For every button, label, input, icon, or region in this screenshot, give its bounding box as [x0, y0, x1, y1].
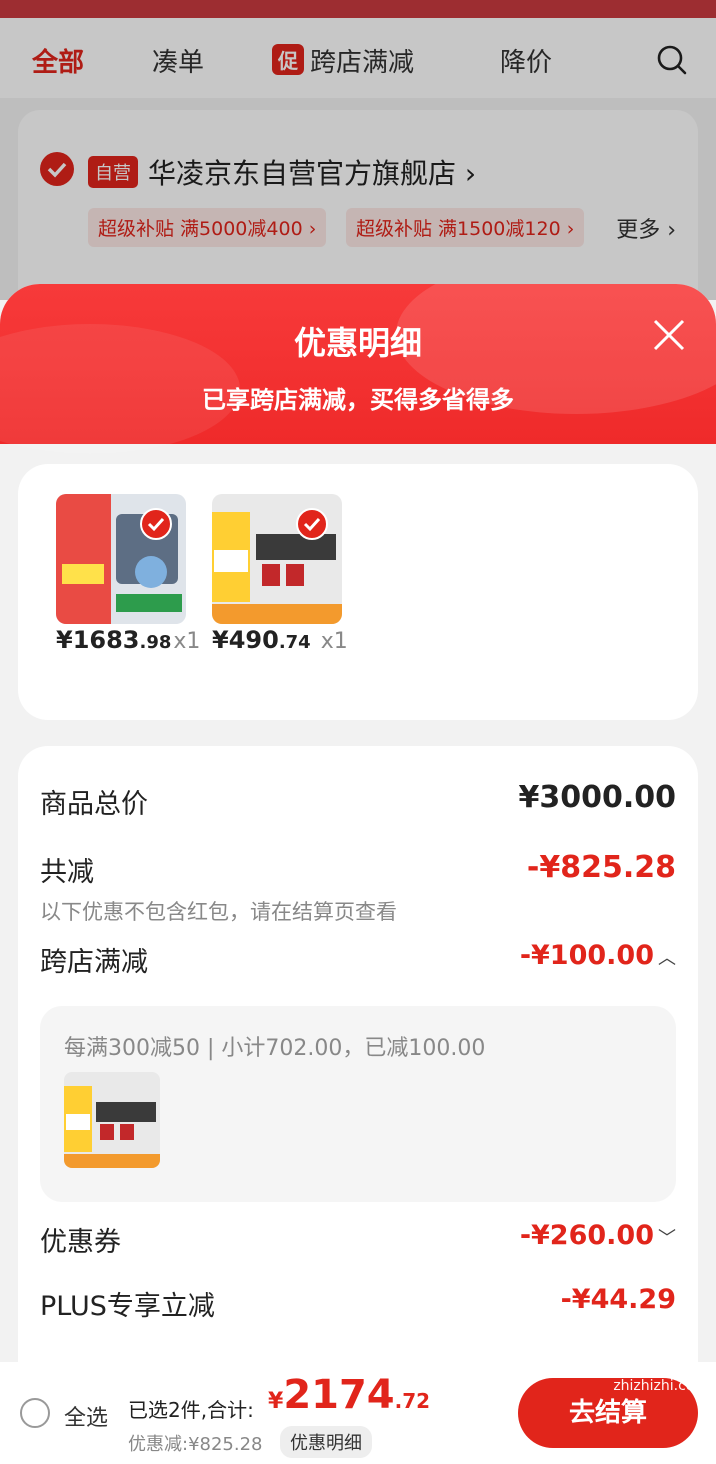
- coupon-value: -¥260.00: [519, 1220, 654, 1251]
- total-symbol: ¥: [268, 1389, 284, 1414]
- discount-detail-button[interactable]: 优惠明细: [280, 1426, 372, 1458]
- sheet-title: 优惠明细: [293, 324, 422, 362]
- price-symbol: ¥: [212, 626, 229, 654]
- total-amount: ¥2174.72: [268, 1372, 430, 1418]
- cross-store-value: -¥100.00: [519, 940, 654, 971]
- checkout-bar: 全选 已选2件,合计: ¥2174.72 优惠减:¥825.28 优惠明细 去结…: [0, 1362, 716, 1464]
- price-decimal: .74: [278, 632, 311, 653]
- plus-discount-label: PLUS专享立减: [40, 1291, 215, 1322]
- close-icon[interactable]: [652, 318, 686, 352]
- total-integer: 2174: [283, 1372, 395, 1418]
- total-price-value: ¥3000.00: [518, 780, 676, 815]
- watermark: zhizhizhi.com: [613, 1378, 708, 1394]
- goods-item[interactable]: [56, 494, 186, 624]
- product-thumbnail: [64, 1072, 160, 1168]
- overlay-dim[interactable]: [0, 0, 716, 300]
- sheet-subtitle: 已享跨店满减，买得多省得多: [202, 386, 514, 414]
- total-reduce-value: -¥825.28: [526, 850, 676, 885]
- product-image-ac: [56, 494, 186, 624]
- goods-quantity: x1: [173, 629, 201, 654]
- total-reduce-label: 共减: [40, 857, 94, 888]
- goods-price: ¥1683.98x1: [56, 626, 200, 654]
- total-price-label: 商品总价: [40, 789, 148, 820]
- discount-detail-sheet: 优惠明细 已享跨店满减，买得多省得多 ¥1683.98x1 ¥490.74 x1…: [0, 284, 716, 1464]
- goods-checkbox[interactable]: [140, 508, 172, 540]
- goods-checkbox[interactable]: [296, 508, 328, 540]
- selected-goods-card: ¥1683.98x1 ¥490.74 x1: [18, 464, 698, 720]
- check-icon: [303, 517, 321, 532]
- goods-item[interactable]: [212, 494, 342, 624]
- product-image-shelf: [212, 494, 342, 624]
- price-symbol: ¥: [56, 626, 73, 654]
- price-integer: 490: [228, 626, 279, 654]
- chevron-up-icon: ︿: [658, 948, 676, 969]
- select-all-radio[interactable]: [20, 1398, 50, 1428]
- selected-count: 已选2件,合计:: [128, 1398, 254, 1422]
- discount-detail-card: 商品总价 ¥3000.00 共减 -¥825.28 以下优惠不包含红包，请在结算…: [18, 746, 698, 1464]
- coupon-row[interactable]: -¥260.00 ﹀: [520, 1220, 676, 1251]
- price-decimal: .98: [139, 632, 172, 653]
- cross-store-row[interactable]: -¥100.00 ︿: [520, 940, 676, 971]
- coupon-label: 优惠券: [40, 1227, 121, 1258]
- chevron-down-icon: ﹀: [658, 1228, 676, 1249]
- select-all-label[interactable]: 全选: [64, 1400, 108, 1432]
- check-icon: [147, 517, 165, 532]
- cross-store-detail-box: 每满300减50 | 小计702.00，已减100.00: [40, 1006, 676, 1202]
- cross-store-rule: 每满300减50 | 小计702.00，已减100.00: [64, 1036, 486, 1061]
- cross-store-label: 跨店满减: [40, 947, 148, 978]
- saved-amount: 优惠减:¥825.28: [128, 1434, 263, 1455]
- plus-discount-value: -¥44.29: [560, 1284, 676, 1315]
- sheet-header: 优惠明细 已享跨店满减，买得多省得多: [0, 284, 716, 454]
- goods-price: ¥490.74 x1: [212, 626, 348, 654]
- goods-quantity: x1: [320, 629, 348, 654]
- total-decimal: .72: [394, 1389, 431, 1413]
- reduce-note: 以下优惠不包含红包，请在结算页查看: [40, 900, 397, 924]
- cart-page-background: 全部 凑单 促跨店满减 降价 自营 华凌京东自营官方旗舰店 › 超级补贴 满50…: [0, 0, 716, 310]
- price-integer: 1683: [72, 626, 140, 654]
